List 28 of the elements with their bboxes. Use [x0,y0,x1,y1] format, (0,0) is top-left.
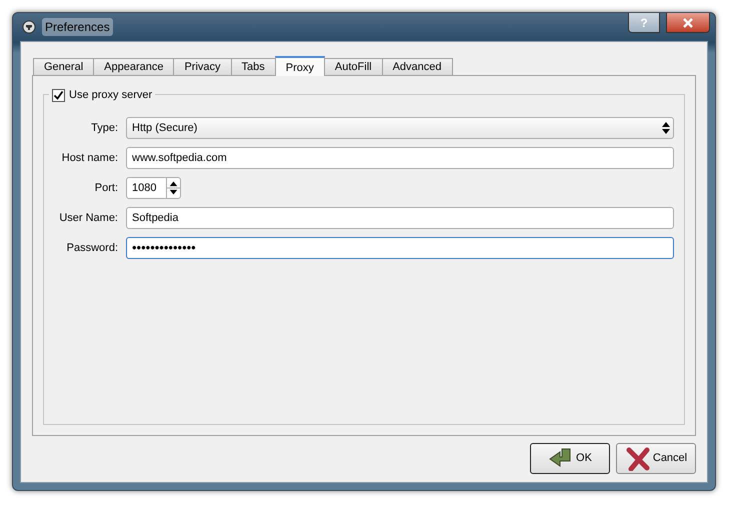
cancel-button[interactable]: Cancel [616,443,696,474]
field-label: Host name: [60,150,118,166]
type-dropdown[interactable]: Http (Secure) [126,117,674,139]
tab[interactable]: Privacy [173,58,232,75]
spin-arrows-icon[interactable] [166,178,180,198]
tab[interactable]: Proxy [274,56,325,76]
field-label: Type: [90,120,118,136]
ok-button[interactable]: OK [530,443,610,474]
tab[interactable]: Advanced [382,58,453,75]
field-label: Port: [94,180,118,196]
app-icon [22,20,36,34]
updown-arrows-icon [661,121,671,135]
x-icon [624,446,651,470]
text-field[interactable]: Softpedia [126,207,674,229]
use-proxy-label[interactable]: Use proxy server [69,87,152,104]
password-field[interactable]: •••••••••••••• [126,237,674,259]
close-button[interactable] [666,13,710,33]
tab[interactable]: Appearance [93,58,174,75]
tab[interactable]: General [33,58,94,75]
tab[interactable]: AutoFill [324,58,383,75]
close-icon [682,18,694,28]
text-field[interactable]: www.softpedia.com [126,147,674,169]
tab[interactable]: Tabs [230,58,276,75]
field-label: User Name: [58,210,118,226]
field-label: Password: [66,240,118,256]
port-spinbox[interactable]: 1080 [126,177,181,199]
window-title: Preferences [42,18,113,36]
use-proxy-checkbox[interactable] [52,88,65,102]
